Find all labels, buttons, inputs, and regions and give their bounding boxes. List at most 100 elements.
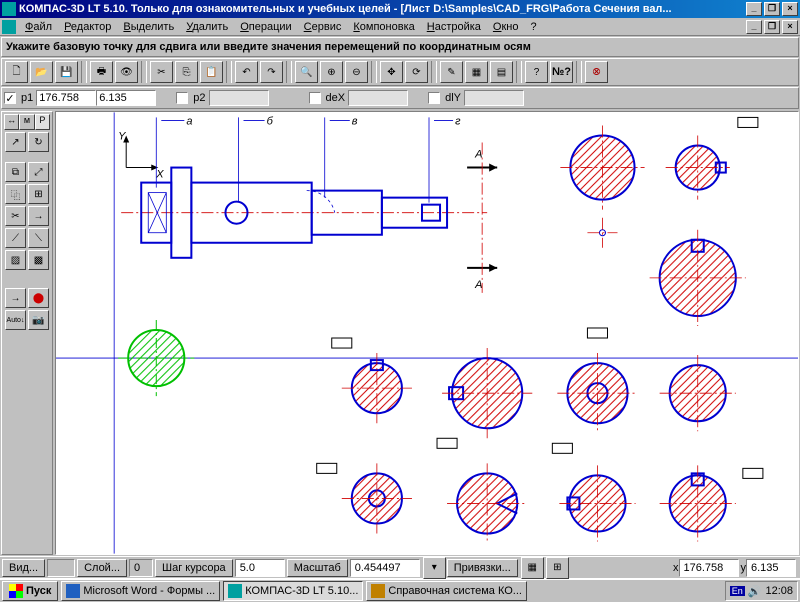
tool-rotate[interactable]: ↻ xyxy=(28,132,49,152)
open-button[interactable]: 📂 xyxy=(30,61,53,83)
tool-array[interactable]: ⊞ xyxy=(28,184,49,204)
system-tray[interactable]: En 🔊 12:08 xyxy=(725,581,798,601)
layer-button[interactable]: Слой... xyxy=(77,559,127,577)
start-button[interactable]: Пуск xyxy=(2,581,58,601)
dex-input[interactable] xyxy=(348,90,408,106)
view-button[interactable]: Вид... xyxy=(2,559,45,577)
speaker-icon[interactable]: 🔊 xyxy=(748,585,762,598)
tab-b[interactable]: м xyxy=(19,114,34,130)
app-icon xyxy=(2,2,16,16)
dly-check[interactable] xyxy=(428,92,440,104)
context-help-button[interactable]: №? xyxy=(550,61,573,83)
p2x-input[interactable] xyxy=(209,90,269,106)
undo-button[interactable]: ↶ xyxy=(235,61,258,83)
mdi-restore-button[interactable]: ❐ xyxy=(764,20,780,34)
save-button[interactable]: 💾 xyxy=(55,61,78,83)
exit-button[interactable]: ⮿ xyxy=(585,61,608,83)
grid-a-button[interactable]: ▦ xyxy=(521,557,544,579)
tool-c-button[interactable]: ▤ xyxy=(490,61,513,83)
tool-hatch[interactable]: ▨ xyxy=(5,250,26,270)
dex-check[interactable] xyxy=(309,92,321,104)
p1-check[interactable]: ✓ xyxy=(4,92,16,104)
help-button[interactable]: ? xyxy=(525,61,548,83)
menu-editor[interactable]: Редактор xyxy=(58,20,117,34)
menu-delete[interactable]: Удалить xyxy=(180,20,234,34)
cut-button[interactable]: ✂ xyxy=(150,61,173,83)
p1x-input[interactable] xyxy=(36,90,96,106)
grid-b-button[interactable]: ⊞ xyxy=(546,557,569,579)
menu-settings[interactable]: Настройка xyxy=(421,20,487,34)
scale-value[interactable]: 0.454497 xyxy=(350,559,420,577)
svg-text:А: А xyxy=(474,279,482,291)
refresh-button[interactable]: ⟳ xyxy=(405,61,428,83)
menu-layout[interactable]: Компоновка xyxy=(347,20,420,34)
svg-text:г: г xyxy=(455,115,461,127)
tool-scale[interactable]: ⤢ xyxy=(28,162,49,182)
minimize-button[interactable]: _ xyxy=(746,2,762,16)
tool-copy[interactable]: ⿻ xyxy=(5,184,26,204)
menu-file[interactable]: Файл xyxy=(19,20,58,34)
tool-b-button[interactable]: ▦ xyxy=(465,61,488,83)
redo-button[interactable]: ↷ xyxy=(260,61,283,83)
tool-move[interactable]: ↗ xyxy=(5,132,26,152)
zoom-fit-button[interactable]: 🔍 xyxy=(295,61,318,83)
windows-logo-icon xyxy=(9,584,23,598)
svg-text:б: б xyxy=(267,115,274,127)
maximize-button[interactable]: ❐ xyxy=(764,2,780,16)
step-value[interactable]: 5.0 xyxy=(235,559,285,577)
mdi-close-button[interactable]: × xyxy=(782,20,798,34)
tool-mirror[interactable]: ⧉ xyxy=(5,162,26,182)
tool-arrow[interactable]: → xyxy=(5,288,26,308)
tool-stop[interactable]: ⬤ xyxy=(28,288,49,308)
taskbar: Пуск Microsoft Word - Формы ... КОМПАС-3… xyxy=(0,578,800,602)
menu-operations[interactable]: Операции xyxy=(234,20,297,34)
tool-camera[interactable]: 📷 xyxy=(28,310,49,330)
drawing-canvas[interactable]: Y X а б в г xyxy=(55,111,799,555)
zoom-out-button[interactable]: ⊖ xyxy=(345,61,368,83)
clock: 12:08 xyxy=(765,585,793,597)
tool-join[interactable]: ⟍ xyxy=(28,228,49,248)
doc-icon xyxy=(2,20,16,34)
menu-service[interactable]: Сервис xyxy=(298,20,348,34)
scale-dropdown[interactable]: ▾ xyxy=(423,557,446,579)
new-button[interactable]: 🗋 xyxy=(5,61,28,83)
left-tool-panel: ↔ м P ↗↻ ⧉⤢ ⿻⊞ ✂→ ⟋⟍ ▨▩ →⬤ Auto↓📷 xyxy=(1,111,53,555)
copy-button[interactable]: ⎘ xyxy=(175,61,198,83)
dly-input[interactable] xyxy=(464,90,524,106)
menu-window[interactable]: Окно xyxy=(487,20,525,34)
paste-button[interactable]: 📋 xyxy=(200,61,223,83)
task-help[interactable]: Справочная система КО... xyxy=(366,581,527,601)
print-button[interactable]: 🖶 xyxy=(90,61,113,83)
tool-fill[interactable]: ▩ xyxy=(28,250,49,270)
p1y-input[interactable] xyxy=(96,90,156,106)
task-kompas[interactable]: КОМПАС-3D LT 5.10... xyxy=(223,581,363,601)
p2-label: p2 xyxy=(190,92,208,104)
tool-a-button[interactable]: ✎ xyxy=(440,61,463,83)
hint-bar: Укажите базовую точку для сдвига или вве… xyxy=(1,37,799,57)
tool-auto[interactable]: Auto↓ xyxy=(5,310,26,330)
status-y: 6.135 xyxy=(746,559,796,577)
work-area: ↔ м P ↗↻ ⧉⤢ ⿻⊞ ✂→ ⟋⟍ ▨▩ →⬤ Auto↓📷 xyxy=(0,110,800,556)
tool-trim[interactable]: ✂ xyxy=(5,206,26,226)
close-button[interactable]: × xyxy=(782,2,798,16)
mdi-minimize-button[interactable]: _ xyxy=(746,20,762,34)
tab-c[interactable]: P xyxy=(35,114,50,130)
pan-button[interactable]: ✥ xyxy=(380,61,403,83)
svg-text:в: в xyxy=(352,115,358,127)
lang-indicator[interactable]: En xyxy=(730,586,745,596)
status-x: 176.758 xyxy=(679,559,739,577)
menu-help[interactable]: ? xyxy=(525,20,543,34)
menu-select[interactable]: Выделить xyxy=(117,20,180,34)
dex-label: deX xyxy=(323,92,349,104)
tool-break[interactable]: ⟋ xyxy=(5,228,26,248)
tool-extend[interactable]: → xyxy=(28,206,49,226)
zoom-in-button[interactable]: ⊕ xyxy=(320,61,343,83)
main-toolbar: 🗋 📂 💾 🖶 👁 ✂ ⎘ 📋 ↶ ↷ 🔍 ⊕ ⊖ ✥ ⟳ ✎ ▦ ▤ ? №?… xyxy=(1,58,799,86)
task-word[interactable]: Microsoft Word - Формы ... xyxy=(61,581,220,601)
p2-check[interactable] xyxy=(176,92,188,104)
preview-button[interactable]: 👁 xyxy=(115,61,138,83)
menubar: Файл Редактор Выделить Удалить Операции … xyxy=(0,18,800,36)
coord-bar: ✓ p1 p2 deX dlY xyxy=(1,87,799,109)
snap-button[interactable]: Привязки... xyxy=(447,559,518,577)
tab-a[interactable]: ↔ xyxy=(4,114,19,130)
